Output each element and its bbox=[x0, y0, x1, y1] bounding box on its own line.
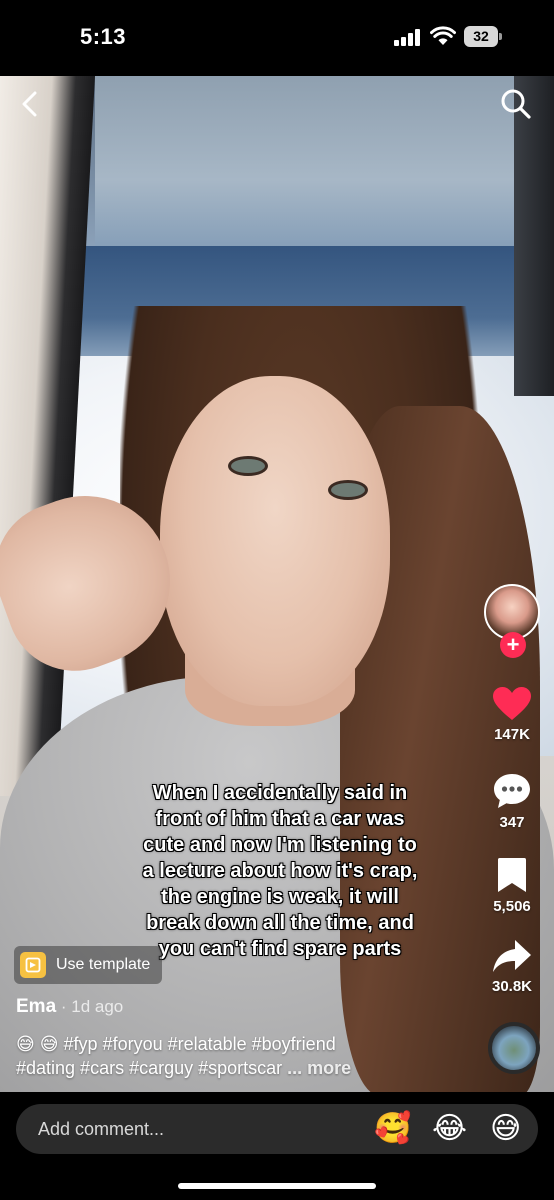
post-description[interactable]: 😅 😅 #fyp #foryou #relatable #boyfriend #… bbox=[16, 1032, 466, 1080]
music-disc[interactable] bbox=[488, 1022, 540, 1074]
caption-line: cute and now I'm listening to bbox=[143, 834, 417, 856]
video-face bbox=[160, 376, 390, 706]
save-count: 5,506 bbox=[493, 898, 531, 915]
home-indicator bbox=[178, 1183, 376, 1189]
emoji-laughing-button[interactable]: 😂 bbox=[432, 1112, 467, 1146]
caption-line: you can't find spare parts bbox=[158, 938, 402, 960]
author-name[interactable]: Ema bbox=[16, 996, 56, 1017]
like-count: 147K bbox=[494, 726, 530, 743]
comment-input[interactable]: Add comment... 🥰 😂 😅 bbox=[16, 1104, 538, 1154]
back-button[interactable] bbox=[14, 88, 46, 120]
share-count: 30.8K bbox=[491, 978, 533, 995]
caption-line: break down all the time, and bbox=[146, 912, 414, 934]
follow-button[interactable]: + bbox=[500, 632, 526, 658]
status-bar: 5:13 32 bbox=[0, 0, 554, 76]
save-button[interactable]: 5,506 bbox=[476, 856, 548, 915]
post-time: 1d ago bbox=[71, 997, 124, 1016]
heart-icon bbox=[493, 687, 531, 720]
share-button[interactable]: 30.8K bbox=[476, 938, 548, 995]
status-time: 5:13 bbox=[80, 24, 127, 49]
description-line: #dating #cars #carguy #sportscar bbox=[16, 1058, 283, 1078]
cellular-signal-icon bbox=[394, 28, 422, 46]
comment-button[interactable]: 347 bbox=[476, 772, 548, 831]
battery-level: 32 bbox=[473, 28, 489, 44]
wifi-icon bbox=[430, 26, 456, 45]
search-button[interactable] bbox=[500, 88, 532, 120]
emoji-heart-eyes-button[interactable]: 🥰 bbox=[374, 1112, 411, 1146]
chevron-left-icon bbox=[22, 91, 37, 117]
video-caption: When I accidentally said in front of him… bbox=[120, 780, 440, 962]
comment-placeholder: Add comment... bbox=[38, 1119, 165, 1139]
caption-line: a lecture about how it's crap, bbox=[142, 860, 418, 882]
bookmark-icon bbox=[498, 858, 526, 892]
post-separator: · bbox=[56, 997, 72, 1016]
caption-line: front of him that a car was bbox=[155, 808, 405, 830]
author-row: Ema · 1d ago bbox=[16, 996, 123, 1018]
comment-count: 347 bbox=[499, 814, 525, 831]
emoji-sweat-smile-button[interactable]: 😅 bbox=[490, 1112, 521, 1146]
template-icon bbox=[20, 952, 46, 978]
description-line: 😅 😅 #fyp #foryou #relatable #boyfriend bbox=[16, 1034, 336, 1054]
comment-bubble-icon bbox=[494, 774, 530, 808]
more-link[interactable]: ... more bbox=[287, 1058, 351, 1078]
use-template-button[interactable]: Use template bbox=[14, 946, 163, 984]
caption-line: the engine is weak, it will bbox=[161, 886, 399, 908]
use-template-label: Use template bbox=[56, 956, 151, 973]
like-button[interactable]: 147K bbox=[476, 686, 548, 743]
caption-line: When I accidentally said in bbox=[152, 782, 408, 804]
battery-icon: 32 bbox=[464, 26, 502, 47]
share-arrow-icon bbox=[493, 940, 531, 972]
